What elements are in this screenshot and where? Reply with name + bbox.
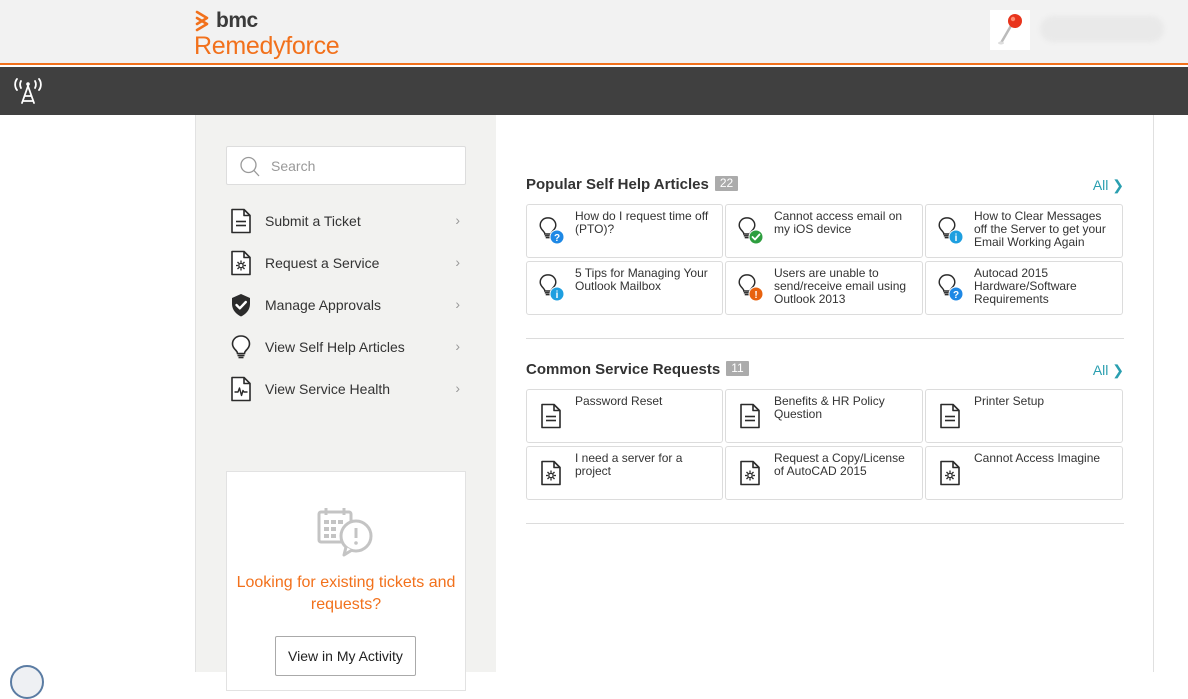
request-title: Password Reset xyxy=(575,394,663,408)
request-tile[interactable]: Printer Setup xyxy=(925,389,1123,443)
document-icon xyxy=(738,403,762,429)
sidebar-item-label: Request a Service xyxy=(265,255,380,271)
document-icon xyxy=(229,208,253,234)
chevron-right-icon: › xyxy=(455,338,460,354)
health-document-icon xyxy=(231,376,251,402)
top-header: bmc Remedyforce xyxy=(0,0,1188,65)
article-tile[interactable]: Cannot access email on my iOS device xyxy=(725,204,923,258)
svg-text:i: i xyxy=(556,290,559,301)
request-tile[interactable]: I need a server for a project xyxy=(526,446,723,500)
main-panel: Popular Self Help Articles 22 All ❯ ? How… xyxy=(496,115,1154,672)
sidebar-item-label: View Service Health xyxy=(265,381,391,397)
user-avatar[interactable] xyxy=(990,10,1030,50)
article-tile[interactable]: i How to Clear Messages off the Server t… xyxy=(925,204,1123,258)
chevron-right-icon: › xyxy=(455,296,460,312)
all-requests-link[interactable]: All ❯ xyxy=(1093,362,1124,379)
user-name-blurred[interactable] xyxy=(1040,16,1164,42)
svg-text:i: i xyxy=(955,233,958,244)
article-title: Users are unable to send/receive email u… xyxy=(774,266,907,306)
floating-help-button[interactable] xyxy=(10,665,44,699)
sidebar-item-service-health[interactable]: View Service Health › xyxy=(226,368,466,410)
request-title: Cannot Access Imagine xyxy=(974,451,1101,465)
article-title: How do I request time off (PTO)? xyxy=(575,209,709,236)
view-my-activity-button[interactable]: View in My Activity xyxy=(275,636,416,676)
section-title-text: Common Service Requests xyxy=(526,361,721,378)
sidebar-item-label: Manage Approvals xyxy=(265,297,381,313)
service-document-icon xyxy=(738,460,762,486)
chevron-right-icon: › xyxy=(455,380,460,396)
lightbulb-question-icon: ? xyxy=(938,274,964,302)
section-title-text: Popular Self Help Articles xyxy=(526,176,709,193)
request-tile[interactable]: Benefits & HR Policy Question xyxy=(725,389,923,443)
sidebar-item-self-help-articles[interactable]: View Self Help Articles › xyxy=(226,326,466,368)
bmc-chevron-icon xyxy=(195,10,209,32)
activity-prompt-text: Looking for existing tickets and request… xyxy=(236,574,456,613)
article-tile[interactable]: ? Autocad 2015 Hardware/Software Require… xyxy=(925,261,1123,315)
service-document-icon xyxy=(938,460,962,486)
pushpin-icon xyxy=(998,14,1022,45)
svg-text:?: ? xyxy=(554,233,560,244)
service-document-icon xyxy=(539,460,563,486)
section-title: Common Service Requests 11 xyxy=(526,361,749,378)
request-tile[interactable]: Password Reset xyxy=(526,389,723,443)
request-tile[interactable]: Request a Copy/License of AutoCAD 2015 xyxy=(725,446,923,500)
article-title: How to Clear Messages off the Server to … xyxy=(974,209,1106,249)
request-title: Benefits & HR Policy Question xyxy=(774,394,885,421)
broadcast-tower-icon[interactable] xyxy=(12,75,44,105)
article-title: Cannot access email on my iOS device xyxy=(774,209,903,236)
lightbulb-icon xyxy=(229,334,253,360)
document-icon xyxy=(938,403,962,429)
request-title: Printer Setup xyxy=(974,394,1045,408)
sidebar-item-submit-ticket[interactable]: Submit a Ticket › xyxy=(226,200,466,242)
search-box[interactable] xyxy=(226,146,466,185)
search-icon xyxy=(240,156,260,177)
brand-product: Remedyforce xyxy=(194,32,340,60)
service-requests-section: Common Service Requests 11 All ❯ Password… xyxy=(526,361,1124,501)
svg-text:?: ? xyxy=(953,290,959,301)
svg-text:!: ! xyxy=(754,290,757,301)
all-articles-link[interactable]: All ❯ xyxy=(1093,177,1124,194)
count-badge: 22 xyxy=(714,176,739,191)
requests-grid: Password Reset Benefits & HR Policy Ques… xyxy=(526,389,1124,500)
articles-grid: ? How do I request time off (PTO)? Canno… xyxy=(526,204,1124,315)
chevron-right-icon: › xyxy=(455,212,460,228)
shield-check-icon xyxy=(232,294,250,317)
service-document-icon xyxy=(229,250,253,276)
lightbulb-question-icon: ? xyxy=(539,217,565,245)
sidebar-item-manage-approvals[interactable]: Manage Approvals › xyxy=(226,284,466,326)
article-title: 5 Tips for Managing Your Outlook Mailbox xyxy=(575,266,708,293)
lightbulb-check-icon xyxy=(738,217,764,245)
search-input[interactable] xyxy=(271,156,456,176)
document-icon xyxy=(539,403,563,429)
section-title: Popular Self Help Articles 22 xyxy=(526,176,739,193)
section-divider xyxy=(526,523,1124,524)
chevron-right-icon: › xyxy=(455,254,460,270)
my-activity-card: Looking for existing tickets and request… xyxy=(226,471,466,691)
request-title: I need a server for a project xyxy=(575,451,683,478)
lightbulb-info-icon: i xyxy=(938,217,964,245)
nav-bar xyxy=(0,67,1188,115)
popular-articles-section: Popular Self Help Articles 22 All ❯ ? How… xyxy=(526,176,1124,316)
sidebar-item-request-service[interactable]: Request a Service › xyxy=(226,242,466,284)
lightbulb-warning-icon: ! xyxy=(738,274,764,302)
section-divider xyxy=(526,338,1124,339)
sidebar-item-label: Submit a Ticket xyxy=(265,213,361,229)
article-tile[interactable]: ! Users are unable to send/receive email… xyxy=(725,261,923,315)
lightbulb-info-icon: i xyxy=(539,274,565,302)
request-tile[interactable]: Cannot Access Imagine xyxy=(925,446,1123,500)
article-tile[interactable]: ? How do I request time off (PTO)? xyxy=(526,204,723,258)
article-tile[interactable]: i 5 Tips for Managing Your Outlook Mailb… xyxy=(526,261,723,315)
calendar-alert-icon xyxy=(317,508,373,557)
sidebar-item-label: View Self Help Articles xyxy=(265,339,405,355)
count-badge: 11 xyxy=(726,361,749,376)
left-panel: Submit a Ticket › Request a Service › Ma… xyxy=(195,115,496,691)
brand-bmc: bmc xyxy=(216,9,258,32)
article-title: Autocad 2015 Hardware/Software Requireme… xyxy=(974,266,1077,306)
sidebar-menu: Submit a Ticket › Request a Service › Ma… xyxy=(226,200,466,410)
request-title: Request a Copy/License of AutoCAD 2015 xyxy=(774,451,905,478)
